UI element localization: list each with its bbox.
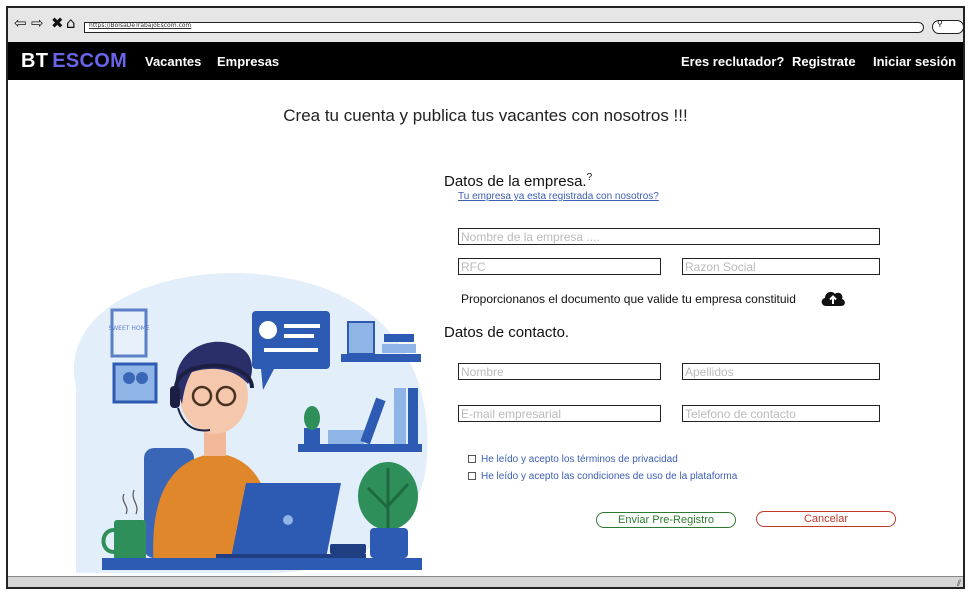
- company-name-placeholder: Nombre de la empresa ....: [461, 230, 600, 244]
- wall-frame-photo: [112, 362, 158, 404]
- nav-empresas[interactable]: Empresas: [217, 54, 279, 69]
- nombre-field[interactable]: Nombre: [458, 363, 661, 380]
- cancel-button[interactable]: Cancelar: [756, 511, 896, 527]
- coffee-mug: [114, 520, 146, 560]
- nav-registrate[interactable]: Registrate: [792, 54, 856, 69]
- browser-statusbar: ⫽: [8, 576, 963, 589]
- rfc-placeholder: RFC: [461, 260, 486, 274]
- company-registered-link[interactable]: Tu empresa ya esta registrada con nosotr…: [458, 191, 659, 202]
- desk: [102, 558, 422, 570]
- url-text: https://BolsaDeTrabajoEscom.com: [89, 22, 192, 29]
- company-section-title: Datos de la empresa.?: [444, 172, 592, 190]
- apellidos-placeholder: Apellidos: [685, 365, 734, 379]
- browser-toolbar: ⇦ ⇨ ✖ ⌂ https://BolsaDeTrabajoEscom.com …: [8, 8, 964, 43]
- nav-login[interactable]: Iniciar sesión: [873, 54, 956, 69]
- search-icon: ⚲: [937, 19, 943, 28]
- terms-checkbox[interactable]: [468, 472, 476, 481]
- contact-section-title: Datos de contacto.: [444, 324, 570, 341]
- razon-social-placeholder: Razon Social: [685, 260, 756, 274]
- privacy-label: He leído y acepto los términos de privac…: [481, 454, 678, 465]
- nav-reclutador[interactable]: Eres reclutador?: [681, 54, 784, 69]
- wall-frame-sweet-home: [110, 308, 148, 358]
- nav-vacantes[interactable]: Vacantes: [145, 54, 201, 69]
- email-field[interactable]: E-mail empresarial: [458, 405, 661, 422]
- lower-shelf: [298, 444, 422, 452]
- company-name-field[interactable]: Nombre de la empresa ....: [458, 228, 880, 245]
- upper-shelf: [341, 354, 421, 362]
- telefono-field[interactable]: Telefono de contacto: [682, 405, 880, 422]
- privacy-checkbox-row[interactable]: He leído y acepto los términos de privac…: [468, 454, 678, 465]
- address-bar[interactable]: https://BolsaDeTrabajoEscom.com: [84, 22, 924, 33]
- rfc-field[interactable]: RFC: [458, 258, 661, 275]
- email-placeholder: E-mail empresarial: [461, 407, 562, 421]
- page-headline: Crea tu cuenta y publica tus vacantes co…: [283, 106, 688, 125]
- privacy-checkbox[interactable]: [468, 455, 476, 464]
- resize-grip-icon[interactable]: ⫽: [957, 579, 961, 589]
- back-icon[interactable]: ⇦: [14, 14, 27, 32]
- brand-logo[interactable]: BT ESCOM: [21, 50, 127, 73]
- apellidos-field[interactable]: Apellidos: [682, 363, 880, 380]
- send-preregistration-button[interactable]: Enviar Pre-Registro: [596, 512, 736, 528]
- razon-social-field[interactable]: Razon Social: [682, 258, 880, 275]
- upload-document-label: Proporcionanos el documento que valide t…: [461, 292, 796, 306]
- support-agent-illustration: SWEET HOME: [73, 272, 428, 573]
- nombre-placeholder: Nombre: [461, 365, 504, 379]
- browser-window: ⇦ ⇨ ✖ ⌂ https://BolsaDeTrabajoEscom.com …: [6, 6, 965, 589]
- company-title-text: Datos de la empresa.: [444, 173, 587, 190]
- telefono-placeholder: Telefono de contacto: [685, 407, 796, 421]
- cloud-upload-icon[interactable]: [820, 288, 846, 308]
- close-icon[interactable]: ✖: [51, 14, 64, 32]
- browser-search[interactable]: ⚲: [932, 19, 964, 34]
- help-icon[interactable]: ?: [587, 172, 593, 183]
- forward-icon[interactable]: ⇨: [31, 14, 44, 32]
- site-header: BT ESCOM Vacantes Empresas Eres reclutado…: [8, 42, 963, 80]
- brand-bt: BT: [21, 50, 49, 72]
- frame-text: SWEET HOME: [108, 325, 149, 332]
- chat-bubble: [252, 311, 330, 369]
- brand-escom: ESCOM: [52, 50, 128, 72]
- terms-checkbox-row[interactable]: He leído y acepto las condiciones de uso…: [468, 471, 737, 482]
- home-icon[interactable]: ⌂: [66, 14, 76, 32]
- terms-label: He leído y acepto las condiciones de uso…: [481, 471, 738, 482]
